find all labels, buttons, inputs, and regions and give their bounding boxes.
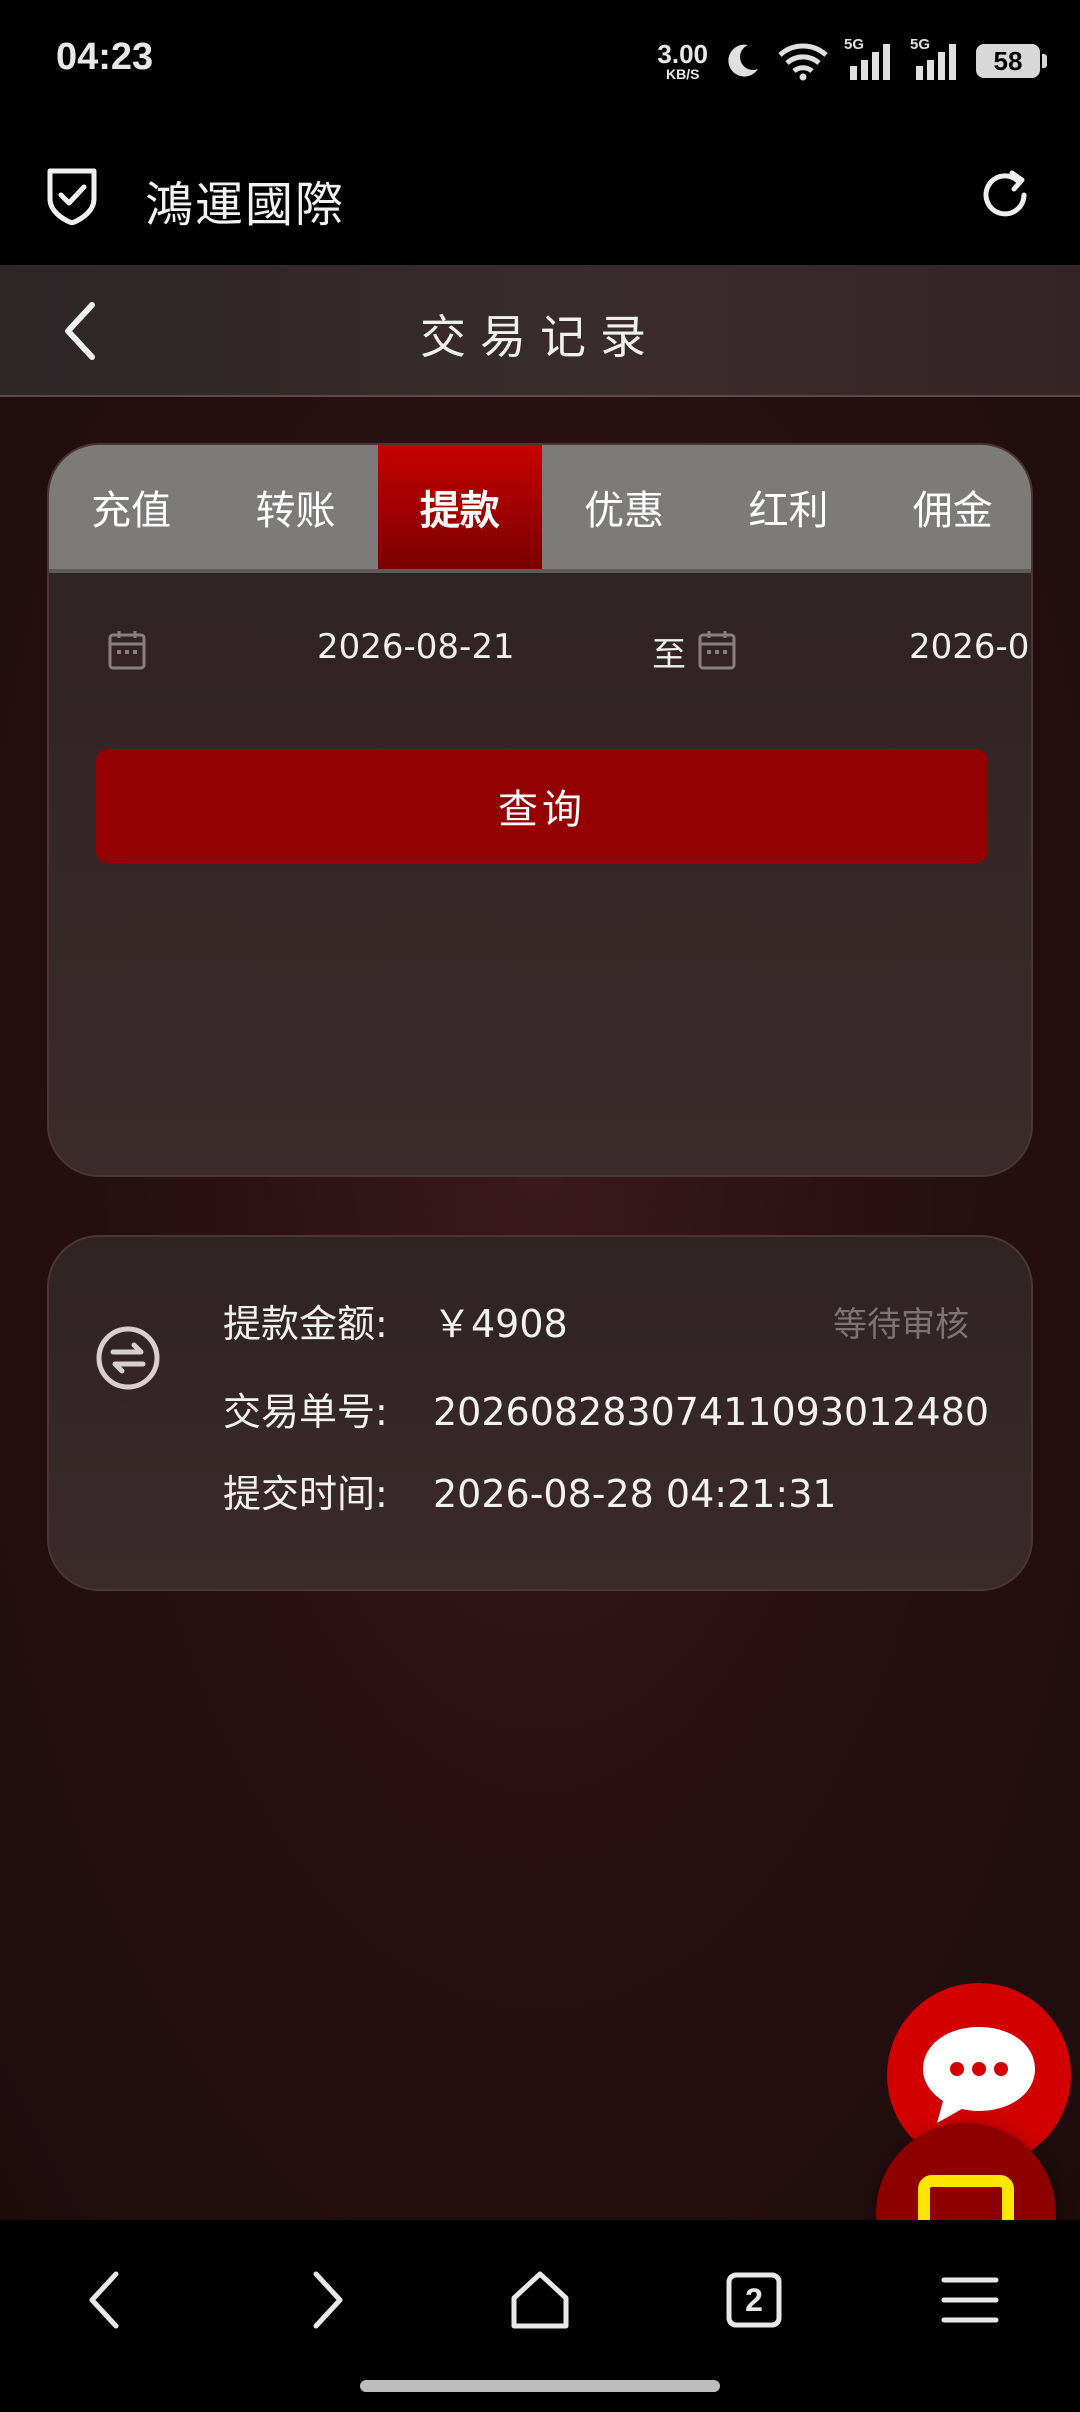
page-title: 交易记录 <box>420 310 660 364</box>
network-speed-value: 3.00 <box>657 39 708 69</box>
amount-value: ￥4908 <box>433 1302 568 1346</box>
app-content: 交易记录 充值 转账 提款 优惠 红利 佣金 2026-08-21 至 2026… <box>0 265 1080 2303</box>
browser-header: 鴻運國際 <box>0 125 1080 265</box>
status-badge: 等待审核 <box>833 1305 969 1345</box>
battery-indicator: 58 <box>976 44 1047 78</box>
status-time: 04:23 <box>56 36 154 78</box>
tab-count: 2 <box>745 2281 763 2318</box>
tab-withdraw[interactable]: 提款 <box>377 445 542 569</box>
status-bar: 04:23 3.00 KB/S 5G 5G 58 <box>0 0 1080 125</box>
filter-card: 充值 转账 提款 优惠 红利 佣金 2026-08-21 至 2026-0 查询 <box>47 443 1033 1177</box>
order-row: 交易单号: 20260828307411093012480 <box>223 1381 989 1436</box>
tab-recharge[interactable]: 充值 <box>49 445 213 569</box>
signal-bars-icon <box>916 44 956 80</box>
calendar-icon[interactable] <box>107 629 147 671</box>
tab-bar: 充值 转账 提款 优惠 红利 佣金 <box>49 445 1031 573</box>
home-icon[interactable] <box>500 2260 580 2340</box>
signal-2: 5G <box>910 36 962 82</box>
transfer-arrows-icon <box>96 1326 160 1390</box>
refresh-icon[interactable] <box>976 165 1036 225</box>
tabs-button[interactable]: 2 <box>714 2260 794 2340</box>
date-range-separator: 至 <box>652 635 686 675</box>
site-title: 鴻運國際 <box>145 177 346 233</box>
wifi-icon <box>778 43 828 81</box>
date-range: 2026-08-21 至 2026-08 <box>49 615 1031 685</box>
tab-promotion[interactable]: 优惠 <box>542 445 706 569</box>
amount-label: 提款金额: <box>223 1302 388 1346</box>
calendar-icon[interactable] <box>697 629 737 671</box>
order-value: 20260828307411093012480 <box>433 1390 990 1434</box>
forward-icon[interactable] <box>284 2260 364 2340</box>
amount-row: 提款金额: ￥4908 <box>223 1293 568 1348</box>
moon-icon <box>728 44 758 77</box>
tab-commission[interactable]: 佣金 <box>871 445 1031 569</box>
network-speed-unit: KB/S <box>665 66 700 82</box>
back-icon[interactable] <box>68 2260 148 2340</box>
time-row: 提交时间: 2026-08-28 04:21:31 <box>223 1463 837 1518</box>
home-indicator[interactable] <box>360 2380 720 2392</box>
time-value: 2026-08-28 04:21:31 <box>433 1472 837 1516</box>
signal-1: 5G <box>844 36 896 82</box>
end-date-input[interactable]: 2026-08 <box>909 627 1031 667</box>
query-button[interactable]: 查询 <box>96 749 988 863</box>
tab-transfer[interactable]: 转账 <box>213 445 377 569</box>
network-speed: 3.00 KB/S <box>657 41 708 81</box>
screen: 04:23 3.00 KB/S 5G 5G 58 鴻運國際 交易记录 充值 转账… <box>0 0 1080 2412</box>
menu-icon[interactable] <box>930 2260 1010 2340</box>
transaction-record[interactable]: 提款金额: ￥4908 等待审核 交易单号: 2026082830741109301… <box>47 1235 1033 1591</box>
status-icons: 3.00 KB/S 5G 5G 58 <box>657 34 1047 88</box>
time-label: 提交时间: <box>223 1472 388 1516</box>
start-date-input[interactable]: 2026-08-21 <box>317 627 515 667</box>
signal-bars-icon <box>850 44 890 80</box>
shield-check-icon[interactable] <box>44 165 100 225</box>
page-header: 交易记录 <box>0 265 1080 397</box>
tab-bonus[interactable]: 红利 <box>706 445 870 569</box>
order-label: 交易单号: <box>223 1390 388 1434</box>
